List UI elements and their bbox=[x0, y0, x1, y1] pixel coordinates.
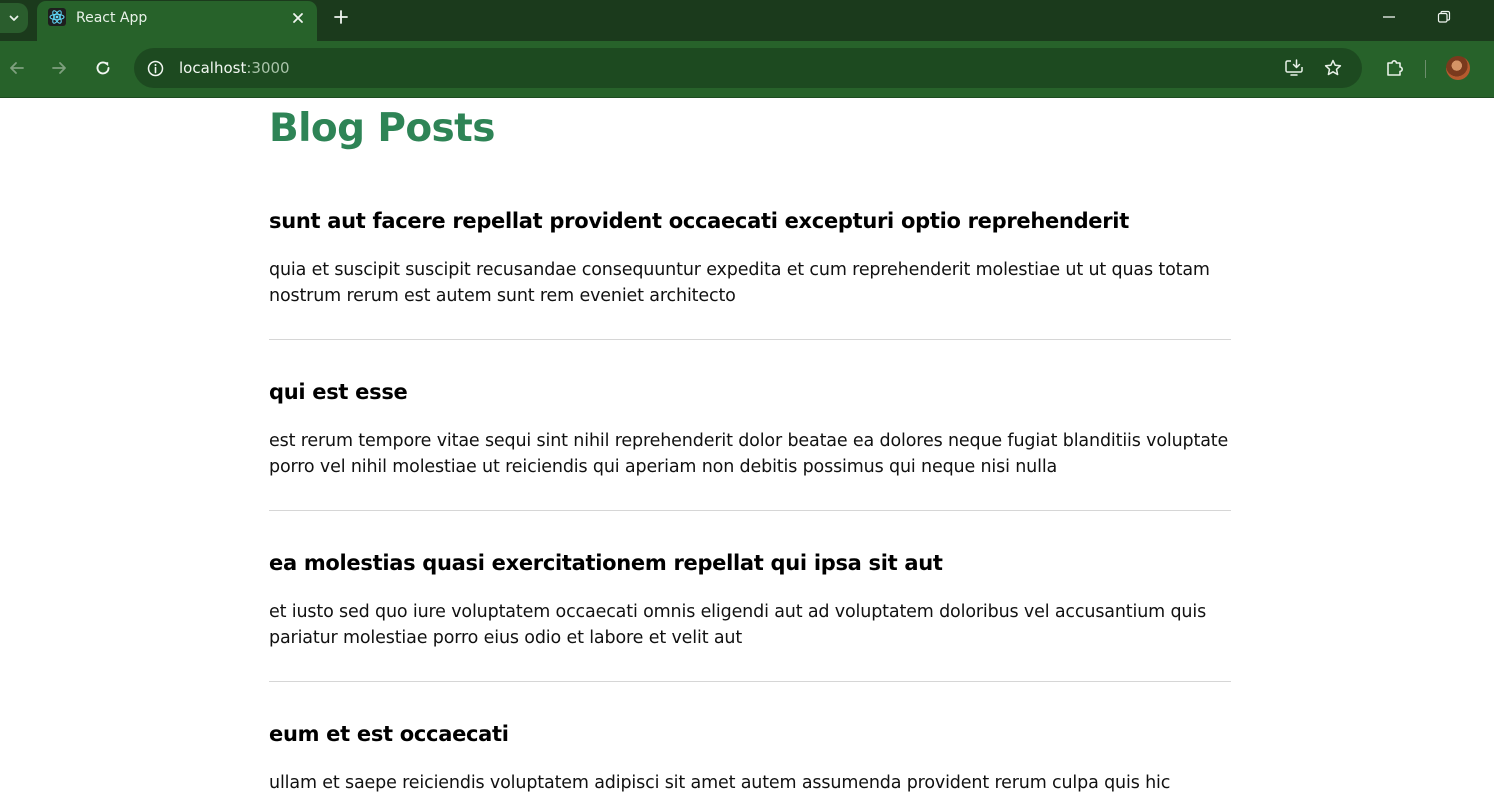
forward-arrow-icon bbox=[52, 62, 66, 74]
reload-button[interactable] bbox=[91, 56, 115, 80]
avatar[interactable] bbox=[1446, 56, 1470, 80]
url-host: localhost bbox=[179, 59, 247, 77]
puzzle-icon bbox=[1387, 60, 1403, 76]
extensions-button[interactable] bbox=[1383, 56, 1407, 80]
post-body: quia et suscipit suscipit recusandae con… bbox=[269, 260, 1210, 306]
new-tab-button[interactable] bbox=[330, 6, 352, 28]
page-title: Blog Posts bbox=[269, 106, 495, 151]
restore-icon bbox=[1437, 10, 1451, 23]
tab-react-app[interactable]: React App bbox=[37, 1, 317, 41]
blog-post: sunt aut facere repellat provident occae… bbox=[269, 208, 1231, 340]
post-body: ullam et saepe reiciendis voluptatem adi… bbox=[269, 773, 1171, 793]
tab-search-button[interactable] bbox=[0, 3, 28, 33]
post-title: sunt aut facere repellat provident occae… bbox=[269, 209, 1129, 233]
close-icon bbox=[293, 13, 303, 23]
address-bar[interactable]: localhost:3000 bbox=[134, 48, 1362, 88]
browser-window: React App localhost:3000 Blog Posts sunt… bbox=[0, 0, 1494, 799]
post-body: est rerum tempore vitae sequi sint nihil… bbox=[269, 431, 1229, 477]
post-title: qui est esse bbox=[269, 380, 408, 404]
reload-icon bbox=[96, 61, 110, 75]
blog-container: Blog Posts sunt aut facere repellat prov… bbox=[269, 98, 1231, 799]
chevron-down-icon bbox=[9, 15, 19, 21]
post-title: ea molestias quasi exercitationem repell… bbox=[269, 551, 943, 575]
blog-post: eum et est occaecati ullam et saepe reic… bbox=[269, 721, 1231, 799]
blog-post: qui est esse est rerum tempore vitae seq… bbox=[269, 379, 1231, 511]
blog-post: ea molestias quasi exercitationem repell… bbox=[269, 550, 1231, 682]
back-arrow-icon bbox=[10, 62, 24, 74]
bookmark-button[interactable] bbox=[1322, 57, 1344, 79]
react-logo-icon bbox=[48, 8, 66, 26]
star-icon bbox=[1324, 59, 1342, 76]
browser-toolbar: localhost:3000 bbox=[0, 41, 1494, 98]
post-body: et iusto sed quo iure voluptatem occaeca… bbox=[269, 602, 1207, 648]
site-info-button[interactable] bbox=[146, 59, 164, 77]
close-tab-button[interactable] bbox=[288, 8, 308, 28]
install-app-button[interactable] bbox=[1283, 57, 1305, 79]
minimize-icon bbox=[1383, 16, 1395, 18]
tab-strip: React App bbox=[0, 0, 1494, 41]
url-port: :3000 bbox=[246, 59, 290, 77]
toolbar-divider bbox=[1425, 60, 1426, 78]
url-text[interactable]: localhost:3000 bbox=[179, 59, 290, 77]
post-title: eum et est occaecati bbox=[269, 722, 509, 746]
plus-icon bbox=[334, 10, 348, 24]
install-icon bbox=[1285, 59, 1303, 76]
back-button[interactable] bbox=[5, 56, 29, 80]
tab-title: React App bbox=[76, 10, 148, 26]
page-viewport: Blog Posts sunt aut facere repellat prov… bbox=[0, 98, 1494, 799]
info-icon bbox=[147, 60, 163, 76]
minimize-button[interactable] bbox=[1376, 4, 1402, 30]
forward-button[interactable] bbox=[47, 56, 71, 80]
restore-button[interactable] bbox=[1431, 4, 1457, 30]
